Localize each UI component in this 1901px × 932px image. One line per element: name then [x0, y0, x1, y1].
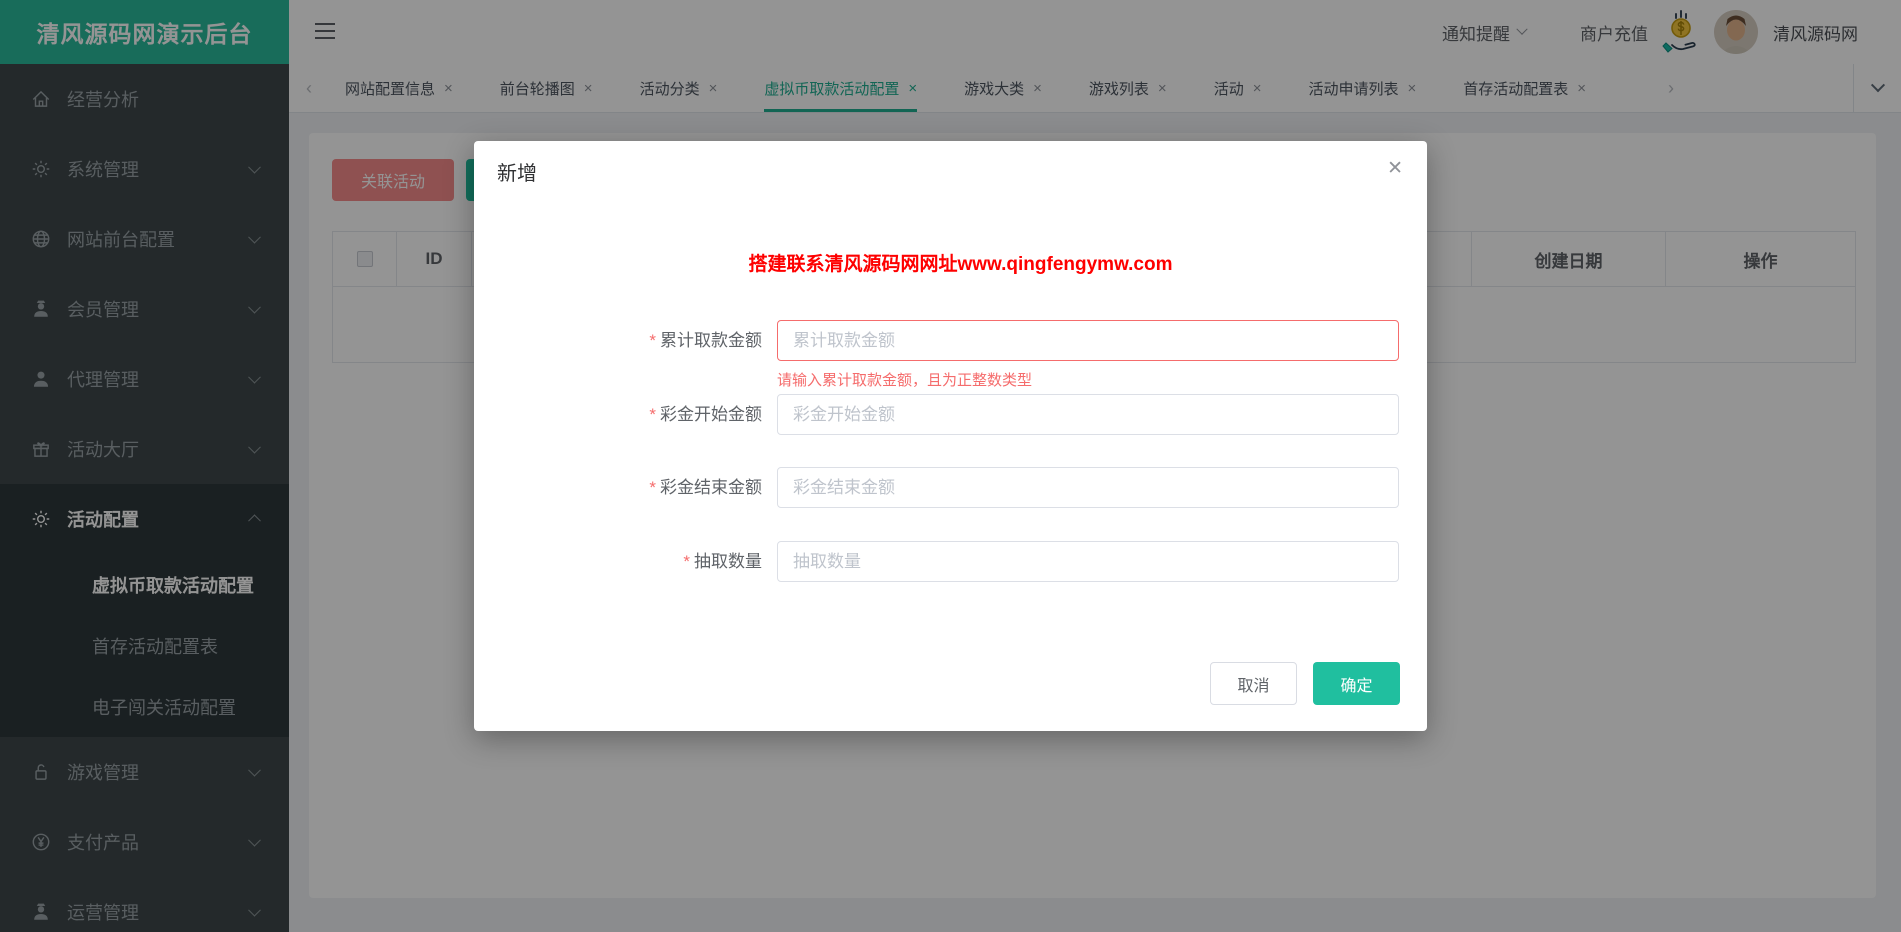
bonus-start-input[interactable] [777, 394, 1399, 435]
bonus-end-input[interactable] [777, 467, 1399, 508]
draw-count-input[interactable] [777, 541, 1399, 582]
field-label: *累计取款金额 [474, 320, 762, 361]
form-row-bonus-start: *彩金开始金额 [474, 394, 1427, 435]
field-error-text: 请输入累计取款金额，且为正整数类型 [777, 369, 1032, 390]
confirm-button[interactable]: 确定 [1313, 662, 1400, 705]
add-dialog: 新增 ✕ 搭建联系清风源码网网址www.qingfengymw.com *累计取… [474, 141, 1427, 731]
form-row-bonus-end: *彩金结束金额 [474, 467, 1427, 508]
field-label: *彩金开始金额 [474, 394, 762, 435]
required-asterisk: * [649, 478, 656, 497]
cancel-button[interactable]: 取消 [1210, 662, 1297, 705]
field-label: *彩金结束金额 [474, 467, 762, 508]
promo-text: 搭建联系清风源码网网址www.qingfengymw.com [494, 249, 1427, 276]
cumulative-withdraw-input[interactable] [777, 320, 1399, 361]
form-row-draw-count: *抽取数量 [474, 541, 1427, 582]
page: 清风源码网演示后台 经营分析 系统管理 网站前台配置 会员管理 代理管理 [0, 0, 1901, 932]
required-asterisk: * [649, 405, 656, 424]
dialog-title: 新增 [497, 157, 537, 186]
field-label: *抽取数量 [474, 541, 762, 582]
form-row-cumulative-withdraw: *累计取款金额 [474, 320, 1427, 361]
required-asterisk: * [649, 331, 656, 350]
close-icon[interactable]: ✕ [1387, 159, 1403, 178]
required-asterisk: * [683, 552, 690, 571]
